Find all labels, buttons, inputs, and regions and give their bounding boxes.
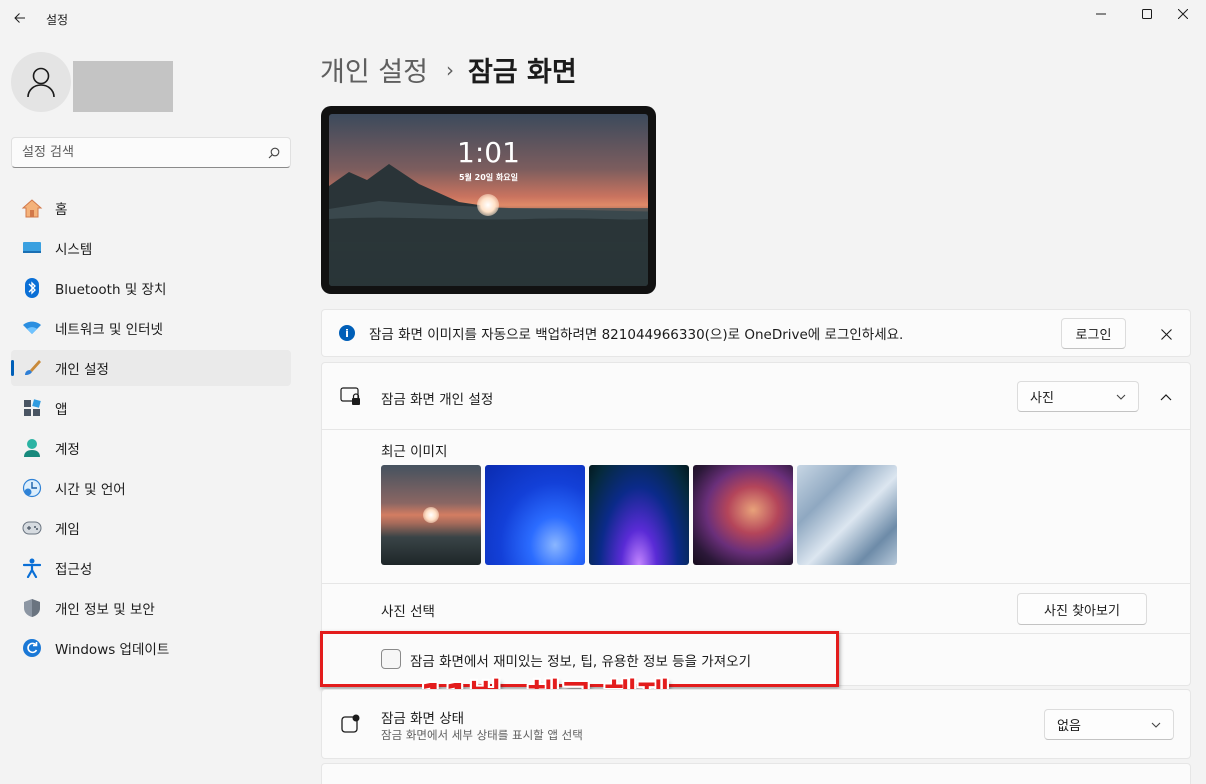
minimize-icon <box>1096 13 1106 15</box>
user-icon <box>27 67 55 98</box>
sidebar-item-label: 개인 설정 <box>55 362 109 378</box>
search-input[interactable] <box>22 145 268 160</box>
search-icon <box>268 147 280 158</box>
select-photo-label: 사진 선택 <box>381 604 435 620</box>
breadcrumb: 개인 설정 › 잠금 화면 <box>320 50 577 89</box>
time-language-icon <box>21 477 43 499</box>
info-bar-text: 잠금 화면 이미지를 자동으로 백업하려면 821044966330(으)로 O… <box>369 327 904 343</box>
chevron-down-icon <box>1151 722 1161 728</box>
sidebar-item-label: 개인 정보 및 보안 <box>55 602 155 618</box>
sidebar-item-accounts[interactable]: 계정 <box>11 430 291 466</box>
recent-image-thumbnail[interactable] <box>381 465 481 565</box>
sidebar-item-system[interactable]: 시스템 <box>11 230 291 266</box>
info-icon: i <box>339 325 355 341</box>
recent-image-thumbnail[interactable] <box>485 465 585 565</box>
sidebar-item-label: 게임 <box>55 522 80 538</box>
sidebar-item-label: 시스템 <box>55 242 93 258</box>
account-icon <box>21 437 43 459</box>
sidebar-nav: 홈 시스템 Bluetooth 및 장치 네트워크 및 인터넷 개인 설정 앱 … <box>11 190 291 670</box>
sidebar-item-apps[interactable]: 앱 <box>11 390 291 426</box>
back-button[interactable] <box>8 6 32 30</box>
chevron-down-icon <box>1116 394 1126 400</box>
sidebar-item-personalization[interactable]: 개인 설정 <box>11 350 291 386</box>
recent-image-thumbnail[interactable] <box>797 465 897 565</box>
lock-screen-preview: 1:01 5월 20일 화요일 <box>321 106 656 294</box>
recent-image-thumbnail[interactable] <box>589 465 689 565</box>
sidebar-item-gaming[interactable]: 게임 <box>11 510 291 546</box>
sidebar-item-label: 시간 및 언어 <box>55 482 126 498</box>
sidebar-item-label: 접근성 <box>55 562 93 578</box>
lock-status-subtitle: 잠금 화면에서 세부 상태를 표시할 앱 선택 <box>381 728 583 742</box>
close-icon <box>1178 9 1188 19</box>
breadcrumb-separator: › <box>445 57 454 82</box>
lock-status-dropdown[interactable]: 없음 <box>1044 709 1174 740</box>
sidebar-item-accessibility[interactable]: 접근성 <box>11 550 291 586</box>
chevron-up-icon <box>1160 393 1172 400</box>
recent-images-label: 최근 이미지 <box>381 444 448 460</box>
next-settings-card <box>321 763 1191 784</box>
preview-time: 1:01 <box>457 136 520 169</box>
recent-image-thumbnail[interactable] <box>693 465 793 565</box>
sidebar-item-privacy[interactable]: 개인 정보 및 보안 <box>11 590 291 626</box>
close-window-button[interactable] <box>1160 0 1206 28</box>
sidebar-item-label: 앱 <box>55 402 68 418</box>
brush-icon <box>21 357 43 379</box>
lock-personalize-title: 잠금 화면 개인 설정 <box>381 392 494 408</box>
sidebar-item-label: 네트워크 및 인터넷 <box>55 322 163 338</box>
lock-personalize-header[interactable]: 잠금 화면 개인 설정 사진 <box>321 362 1191 430</box>
sidebar-item-label: Windows 업데이트 <box>55 642 170 658</box>
sidebar-item-home[interactable]: 홈 <box>11 190 291 226</box>
lock-status-card: 잠금 화면 상태 잠금 화면에서 세부 상태를 표시할 앱 선택 없음 <box>321 689 1191 759</box>
lock-personalize-dropdown[interactable]: 사진 <box>1017 381 1139 412</box>
maximize-icon <box>1142 9 1152 19</box>
dismiss-info-button[interactable] <box>1154 322 1178 346</box>
home-icon <box>21 197 43 219</box>
system-icon <box>21 237 43 259</box>
lock-status-title: 잠금 화면 상태 <box>381 711 465 727</box>
sidebar-item-time-language[interactable]: 시간 및 언어 <box>11 470 291 506</box>
wifi-icon <box>21 317 43 339</box>
apps-icon <box>21 397 43 419</box>
sidebar-item-label: 계정 <box>55 442 80 458</box>
lock-screen-icon <box>340 387 360 405</box>
page-title: 잠금 화면 <box>467 57 577 88</box>
recent-images-list <box>381 465 897 565</box>
onedrive-info-bar: i 잠금 화면 이미지를 자동으로 백업하려면 821044966330(으)로… <box>321 309 1191 357</box>
sidebar-item-label: 홈 <box>55 202 68 218</box>
collapse-button[interactable] <box>1154 385 1178 409</box>
title-bar: 설정 <box>0 0 1206 38</box>
shield-icon <box>21 597 43 619</box>
app-title: 설정 <box>46 13 69 27</box>
bluetooth-icon <box>21 277 43 299</box>
update-icon <box>21 637 43 659</box>
browse-photos-button[interactable]: 사진 찾아보기 <box>1017 593 1147 625</box>
recent-images-section: 최근 이미지 <box>321 430 1191 584</box>
dropdown-value: 사진 <box>1030 391 1054 406</box>
sidebar-item-windows-update[interactable]: Windows 업데이트 <box>11 630 291 666</box>
sidebar-item-network[interactable]: 네트워크 및 인터넷 <box>11 310 291 346</box>
login-button[interactable]: 로그인 <box>1061 318 1126 349</box>
gaming-icon <box>21 517 43 539</box>
preview-screen: 1:01 5월 20일 화요일 <box>329 114 648 286</box>
sidebar-item-label: Bluetooth 및 장치 <box>55 282 167 298</box>
select-photo-row: 사진 선택 사진 찾아보기 <box>321 584 1191 634</box>
dropdown-value: 없음 <box>1057 719 1081 734</box>
breadcrumb-parent[interactable]: 개인 설정 <box>320 50 428 89</box>
back-arrow-icon <box>14 13 25 23</box>
preview-sun <box>477 194 499 216</box>
sidebar-item-bluetooth[interactable]: Bluetooth 및 장치 <box>11 270 291 306</box>
close-icon <box>1160 328 1172 340</box>
preview-date: 5월 20일 화요일 <box>458 173 519 182</box>
profile-name-redacted <box>73 61 173 112</box>
avatar[interactable] <box>11 52 71 112</box>
minimize-button[interactable] <box>1078 0 1124 28</box>
accessibility-icon <box>21 557 43 579</box>
lock-status-icon <box>341 714 360 733</box>
search-box[interactable] <box>11 137 291 168</box>
